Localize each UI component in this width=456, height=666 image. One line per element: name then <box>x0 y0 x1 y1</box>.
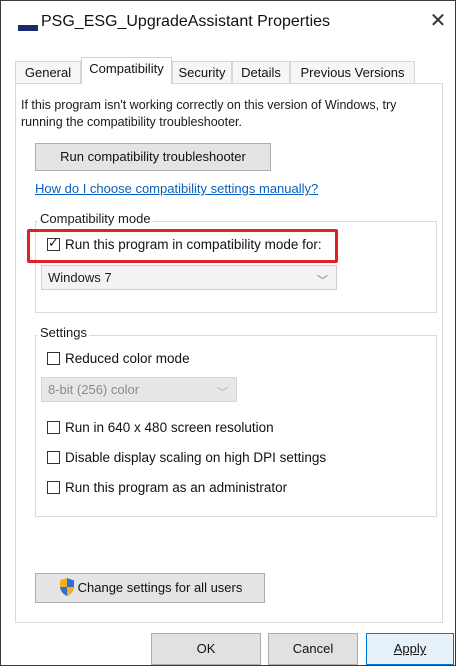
admin-row[interactable]: Run this program as an administrator <box>47 480 287 495</box>
dpi-row[interactable]: Disable display scaling on high DPI sett… <box>47 450 326 465</box>
color-depth-select[interactable]: 8-bit (256) color ﹀ <box>41 377 237 402</box>
help-link[interactable]: How do I choose compatibility settings m… <box>35 181 318 196</box>
window-title: PSG_ESG_UpgradeAssistant Properties <box>41 13 331 30</box>
run-troubleshooter-button[interactable]: Run compatibility troubleshooter <box>35 143 271 171</box>
resolution-checkbox[interactable] <box>47 421 60 434</box>
resolution-row[interactable]: Run in 640 x 480 screen resolution <box>47 420 274 435</box>
tab-previous-versions[interactable]: Previous Versions <box>290 61 415 83</box>
properties-window: PSG_ESG_UpgradeAssistant Properties ✕ Ge… <box>0 0 456 666</box>
apply-label: Apply <box>393 641 427 656</box>
chevron-down-icon: ﹀ <box>217 387 228 399</box>
tab-compatibility[interactable]: Compatibility <box>81 57 172 84</box>
close-button[interactable]: ✕ <box>427 11 449 33</box>
intro-text: If this program isn't working correctly … <box>21 98 397 129</box>
compatibility-mode-label: Compatibility mode <box>38 211 153 226</box>
change-all-users-button[interactable]: Change settings for all users <box>35 573 265 603</box>
color-depth-value: 8-bit (256) color <box>48 382 140 397</box>
window-icon <box>18 25 38 31</box>
dpi-label: Disable display scaling on high DPI sett… <box>65 450 327 465</box>
reduced-color-label: Reduced color mode <box>65 351 190 366</box>
uac-shield-icon <box>59 578 74 596</box>
chevron-down-icon: ﹀ <box>317 275 328 287</box>
reduced-color-row[interactable]: Reduced color mode <box>47 351 190 366</box>
tab-general[interactable]: General <box>15 61 81 83</box>
os-select[interactable]: Windows 7 ﹀ <box>41 265 337 290</box>
tab-details[interactable]: Details <box>232 61 290 83</box>
dpi-checkbox[interactable] <box>47 451 60 464</box>
settings-label: Settings <box>38 325 89 340</box>
apply-button[interactable]: Apply <box>366 633 454 665</box>
highlight-box <box>27 229 338 263</box>
admin-checkbox[interactable] <box>47 481 60 494</box>
reduced-color-checkbox[interactable] <box>47 352 60 365</box>
ok-button[interactable]: OK <box>151 633 261 665</box>
admin-label: Run this program as an administrator <box>65 480 288 495</box>
resolution-label: Run in 640 x 480 screen resolution <box>65 420 274 435</box>
cancel-button[interactable]: Cancel <box>268 633 358 665</box>
change-all-users-label: Change settings for all users <box>77 580 243 595</box>
os-select-value: Windows 7 <box>48 270 112 285</box>
tab-security[interactable]: Security <box>172 61 232 83</box>
title-bar: PSG_ESG_UpgradeAssistant Properties ✕ <box>1 1 455 45</box>
